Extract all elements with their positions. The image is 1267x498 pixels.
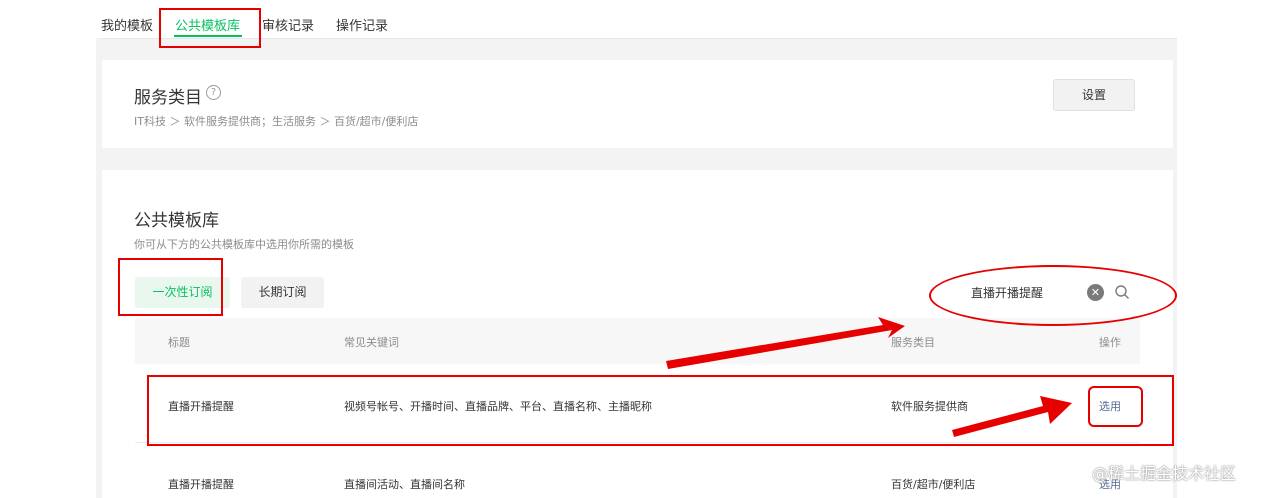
annotation-box-first-row	[147, 375, 1174, 446]
header-action: 操作	[1099, 336, 1121, 349]
help-icon[interactable]: ?	[206, 85, 221, 100]
watermark: @稀土掘金技术社区	[1092, 464, 1237, 483]
annotation-box-select-button	[1088, 386, 1143, 427]
table-row: 直播开播提醒 直播间活动、直播间名称 百货/超市/便利店 选用	[135, 452, 1140, 498]
service-category-card	[102, 60, 1173, 148]
segment-long-term-subscription[interactable]: 长期订阅	[241, 277, 324, 308]
annotation-ellipse-search	[929, 265, 1177, 326]
tab-review-records[interactable]: 审核记录	[262, 15, 314, 34]
table-header: 标题 常见关键词 服务类目 操作	[135, 318, 1140, 364]
service-category-title: 服务类目	[134, 88, 202, 108]
annotation-box-public-tab	[159, 8, 261, 48]
public-library-description: 你可从下方的公共模板库中选用你所需的模板	[134, 238, 354, 251]
setting-button[interactable]: 设置	[1053, 79, 1135, 111]
row-title: 直播开播提醒	[168, 478, 234, 491]
annotation-box-one-time-segment	[118, 258, 223, 316]
public-library-title: 公共模板库	[134, 211, 219, 231]
header-keywords: 常见关键词	[344, 336, 399, 349]
service-category-breadcrumb: IT科技 ＞ 软件服务提供商；生活服务 ＞ 百货/超市/便利店	[134, 115, 419, 128]
row-category: 百货/超市/便利店	[891, 478, 976, 491]
tab-operation-records[interactable]: 操作记录	[336, 15, 388, 34]
row-keywords: 直播间活动、直播间名称	[344, 478, 465, 491]
header-category: 服务类目	[891, 336, 935, 349]
header-title: 标题	[168, 336, 190, 349]
top-tabs: 我的模板 公共模板库 审核记录 操作记录	[101, 0, 1177, 39]
tab-my-templates[interactable]: 我的模板	[101, 15, 153, 34]
